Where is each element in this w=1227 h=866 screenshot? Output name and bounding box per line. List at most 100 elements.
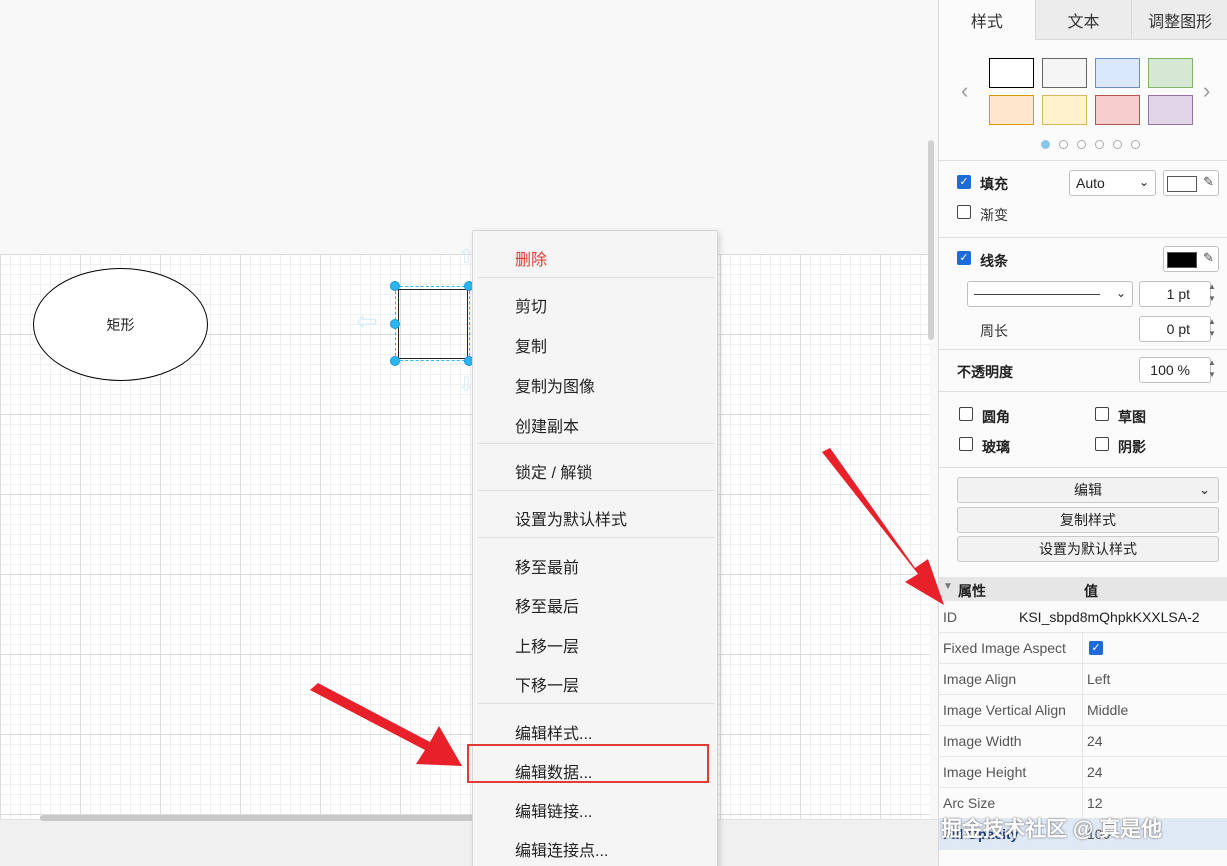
shadow-label: 阴影 (1118, 439, 1146, 455)
menu-item-copy[interactable]: 复制 (515, 333, 547, 357)
menu-item-duplicate[interactable]: 创建副本 (515, 413, 579, 437)
stroke-pattern-line (974, 294, 1100, 295)
property-key: Image Align (943, 671, 1017, 687)
pagination-dot[interactable] (1113, 140, 1122, 149)
stroke-width-input[interactable]: 1 pt (1139, 281, 1211, 307)
property-value: Left (1087, 671, 1111, 687)
fill-color-picker[interactable]: ✎ (1163, 170, 1219, 196)
menu-item-copy-as-image[interactable]: 复制为图像 (515, 373, 595, 397)
menu-item-edit-link[interactable]: 编辑链接... (515, 798, 592, 822)
eyedropper-icon: ✎ (1203, 174, 1214, 189)
pagination-dot[interactable] (1131, 140, 1140, 149)
style-swatch[interactable] (989, 95, 1034, 125)
rounded-checkbox[interactable] (959, 407, 973, 421)
property-row[interactable]: Image Height 24 (939, 757, 1227, 788)
ellipse-shape[interactable]: 矩形 (33, 268, 208, 381)
stroke-width-spinner[interactable]: ▲ ▼ (1205, 281, 1219, 307)
tab-style[interactable]: 样式 (939, 0, 1035, 40)
resize-handle-w[interactable] (390, 319, 400, 329)
menu-separator (478, 537, 714, 538)
pagination-dot[interactable] (1095, 140, 1104, 149)
menu-separator (478, 703, 714, 704)
menu-item-lock-unlock[interactable]: 锁定 / 解锁 (515, 459, 592, 483)
panel-divider (939, 237, 1227, 238)
style-swatch[interactable] (1148, 58, 1193, 88)
fill-color-swatch (1167, 176, 1197, 192)
panel-divider (939, 160, 1227, 161)
stroke-checkbox[interactable]: ✓ (957, 251, 971, 265)
property-value-cell[interactable]: Middle (1082, 695, 1227, 726)
panel-tabs: 样式 文本 调整图形 (939, 0, 1227, 40)
menu-item-send-backward[interactable]: 下移一层 (515, 672, 579, 696)
connect-arrow-left-icon[interactable]: ⇦ (356, 306, 378, 337)
perimeter-spinner[interactable]: ▲ ▼ (1205, 316, 1219, 342)
fixed-image-aspect-checkbox[interactable]: ✓ (1089, 641, 1103, 655)
style-swatch[interactable] (1095, 58, 1140, 88)
fill-mode-select[interactable]: Auto ⌄ (1069, 170, 1156, 196)
property-row[interactable]: Fixed Image Aspect ✓ (939, 633, 1227, 664)
opacity-spinner[interactable]: ▲ ▼ (1205, 357, 1219, 383)
menu-item-delete[interactable]: 删除 (515, 246, 547, 270)
property-row[interactable]: Image Vertical Align Middle (939, 695, 1227, 726)
opacity-input[interactable]: 100 % (1139, 357, 1211, 383)
horizontal-scrollbar[interactable] (40, 815, 480, 821)
property-value-cell[interactable]: Left (1082, 664, 1227, 695)
gradient-checkbox[interactable] (957, 205, 971, 219)
property-row[interactable]: ID KSI_sbpd8mQhpkKXXLSA-2 (939, 602, 1227, 633)
shadow-checkbox[interactable] (1095, 437, 1109, 451)
copy-style-button[interactable]: 复制样式 (957, 507, 1219, 533)
resize-handle-sw[interactable] (390, 356, 400, 366)
chevron-left-icon[interactable]: ‹ (961, 78, 968, 104)
style-swatch[interactable] (1042, 58, 1087, 88)
property-value: Middle (1087, 702, 1129, 718)
stroke-pattern-select[interactable]: ⌄ (967, 281, 1133, 307)
style-swatch[interactable] (1042, 95, 1087, 125)
stroke-color-swatch (1167, 252, 1197, 268)
property-key: ID (943, 609, 957, 625)
style-swatch[interactable] (989, 58, 1034, 88)
pagination-dot[interactable] (1059, 140, 1068, 149)
chevron-down-icon: ⌄ (1138, 175, 1149, 189)
menu-item-set-default-style[interactable]: 设置为默认样式 (515, 506, 627, 530)
pagination-dot[interactable] (1077, 140, 1086, 149)
panel-divider (939, 467, 1227, 468)
menu-item-cut[interactable]: 剪切 (515, 293, 547, 317)
property-key: Fixed Image Aspect (943, 640, 1066, 656)
vertical-scrollbar[interactable] (928, 140, 934, 340)
panel-divider (939, 349, 1227, 350)
chevron-right-icon[interactable]: › (1203, 78, 1210, 104)
property-value-cell[interactable]: 24 (1082, 757, 1227, 788)
selection-outline (395, 286, 470, 361)
property-value[interactable]: KSI_sbpd8mQhpkKXXLSA-2 (1019, 609, 1200, 625)
style-swatch[interactable] (1095, 95, 1140, 125)
property-value-cell[interactable]: 24 (1082, 726, 1227, 757)
fill-mode-value: Auto (1076, 175, 1105, 191)
pagination-dot[interactable] (1041, 140, 1050, 149)
perimeter-input[interactable]: 0 pt (1139, 316, 1211, 342)
watermark: 掘金技术社区 @ 真是他 (941, 818, 1163, 841)
menu-separator (478, 490, 714, 491)
fill-checkbox[interactable]: ✓ (957, 175, 971, 189)
tab-text[interactable]: 文本 (1034, 0, 1132, 40)
tab-arrange[interactable]: 调整图形 (1131, 0, 1227, 40)
menu-item-to-back[interactable]: 移至最后 (515, 593, 579, 617)
sketch-checkbox[interactable] (1095, 407, 1109, 421)
menu-item-to-front[interactable]: 移至最前 (515, 554, 579, 578)
stroke-color-picker[interactable]: ✎ (1163, 246, 1219, 272)
menu-separator (478, 277, 714, 278)
edit-select[interactable]: 编辑 ⌄ (957, 477, 1219, 503)
menu-item-edit-style[interactable]: 编辑样式... (515, 720, 592, 744)
ellipse-label: 矩形 (106, 316, 135, 333)
property-row[interactable]: Image Align Left (939, 664, 1227, 695)
property-row[interactable]: Image Width 24 (939, 726, 1227, 757)
property-value-cell[interactable]: ✓ (1082, 633, 1227, 664)
properties-key-header: 属性 (958, 583, 986, 599)
menu-item-edit-connection-points[interactable]: 编辑连接点... (515, 837, 608, 861)
menu-item-bring-forward[interactable]: 上移一层 (515, 633, 579, 657)
canvas-background (0, 0, 938, 254)
collapse-triangle-icon[interactable]: ▼ (943, 581, 953, 592)
glass-checkbox[interactable] (959, 437, 973, 451)
style-swatch[interactable] (1148, 95, 1193, 125)
resize-handle-nw[interactable] (390, 281, 400, 291)
set-default-style-button[interactable]: 设置为默认样式 (957, 536, 1219, 562)
